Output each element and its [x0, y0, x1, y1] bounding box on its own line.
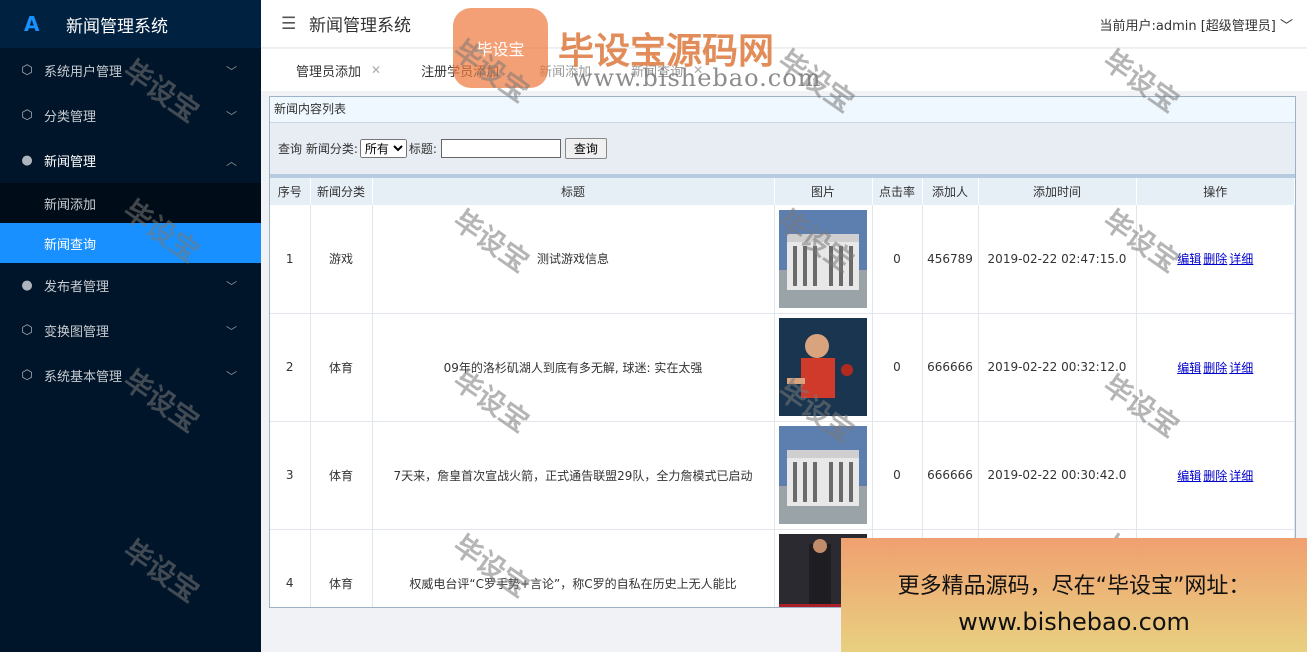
top-header: ☰ 新闻管理系统 当前用户:admin [超级管理员] ﹀ [261, 0, 1307, 48]
tab-student-add[interactable]: 注册学员添加 [406, 49, 514, 91]
logo: A 新闻管理系统 [0, 0, 261, 48]
news-image [779, 426, 867, 524]
chevron-down-icon: ﹀ [226, 280, 237, 293]
brand-url: www.bishebao.com [572, 64, 822, 92]
news-list-panel: 新闻内容列表 查询 新闻分类: 所有 标题: 查询 序号 新闻分类 标题 图片 … [269, 96, 1296, 608]
title-label: 标题: [408, 142, 437, 156]
news-image [779, 209, 867, 308]
table-row: 3 体育 7天来，詹皇首次宣战火箭，正式通告联盟29队，全力詹模式已启动 0 6… [270, 421, 1295, 530]
news-image [779, 318, 867, 416]
col-header: 新闻分类 [310, 178, 373, 205]
menu-fold-icon[interactable]: ☰ [281, 14, 299, 34]
delete-link[interactable]: 删除 [1203, 252, 1227, 266]
sidebar: A 新闻管理系统 ⬡ 系统用户管理 ﹀ ⬡ 分类管理 ﹀ ● 新闻管理 ︿ 新闻添加 新闻查… [0, 0, 261, 652]
chevron-down-icon: ﹀ [226, 325, 237, 338]
app-title: 新闻管理系统 [66, 16, 168, 37]
detail-link[interactable]: 详细 [1229, 252, 1253, 266]
sidebar-item-slides[interactable]: ⬡ 变换图管理 ﹀ [0, 308, 261, 353]
cube-icon: ⬡ [21, 107, 33, 123]
user-icon: ● [21, 152, 33, 168]
detail-link[interactable]: 详细 [1229, 469, 1253, 483]
title-input[interactable] [440, 139, 561, 158]
edit-link[interactable]: 编辑 [1177, 361, 1201, 375]
cube-icon: ⬡ [21, 322, 33, 338]
chevron-down-icon: ﹀ [226, 110, 237, 123]
user-icon: ● [21, 277, 33, 293]
search-button[interactable]: 查询 [564, 138, 607, 159]
col-header: 序号 [270, 178, 311, 205]
promo-line-1: 更多精品源码，尽在“毕设宝”网址： [897, 574, 1251, 599]
delete-link[interactable]: 删除 [1203, 469, 1227, 483]
delete-link[interactable]: 删除 [1203, 361, 1227, 375]
search-bar: 查询 新闻分类: 所有 标题: 查询 [270, 123, 1295, 178]
logo-icon: A [24, 12, 40, 36]
search-label: 查询 新闻分类: [278, 142, 358, 156]
detail-link[interactable]: 详细 [1229, 361, 1253, 375]
promo-banner: 更多精品源码，尽在“毕设宝”网址： www.bishebao.com [841, 538, 1307, 652]
sidebar-item-categories[interactable]: ⬡ 分类管理 ﹀ [0, 93, 261, 138]
table-header-row: 序号 新闻分类 标题 图片 点击率 添加人 添加时间 操作 [270, 178, 1295, 205]
sidebar-item-news[interactable]: ● 新闻管理 ︿ [0, 138, 261, 183]
cube-icon: ⬡ [21, 62, 33, 78]
edit-link[interactable]: 编辑 [1177, 252, 1201, 266]
col-header: 添加时间 [978, 178, 1137, 205]
chevron-down-icon: ﹀ [226, 370, 237, 383]
chevron-up-icon: ︿ [226, 155, 237, 168]
col-header: 点击率 [872, 178, 923, 205]
panel-title: 新闻内容列表 [270, 97, 1295, 123]
col-header: 添加人 [922, 178, 979, 205]
col-header: 标题 [372, 178, 775, 205]
sidebar-item-publishers[interactable]: ● 发布者管理 ﹀ [0, 263, 261, 308]
sidebar-item-system-basic[interactable]: ⬡ 系统基本管理 ﹀ [0, 353, 261, 398]
chevron-down-icon: ﹀ [226, 65, 237, 78]
cube-icon: ⬡ [21, 367, 33, 383]
table-row: 2 体育 09年的洛杉矶湖人到底有多无解, 球迷: 实在太强 0 666666 … [270, 313, 1295, 422]
promo-line-2: www.bishebao.com [958, 608, 1190, 636]
close-icon[interactable]: ✕ [371, 63, 381, 77]
user-menu[interactable]: 当前用户:admin [超级管理员] ﹀ [1099, 15, 1293, 34]
tab-admin-add[interactable]: 管理员添加 ✕ [281, 49, 396, 91]
sidebar-item-system-users[interactable]: ⬡ 系统用户管理 ﹀ [0, 48, 261, 93]
col-header: 图片 [774, 178, 873, 205]
sidebar-subitem-news-query[interactable]: 新闻查询 [0, 223, 261, 263]
page-title: 新闻管理系统 [309, 16, 411, 36]
edit-link[interactable]: 编辑 [1177, 469, 1201, 483]
category-select[interactable]: 所有 [359, 139, 407, 158]
col-header: 操作 [1136, 178, 1295, 205]
table-row: 1 游戏 测试游戏信息 0 456789 2019-02-22 02:47:15… [270, 205, 1295, 314]
sidebar-subitem-news-add[interactable]: 新闻添加 [0, 183, 261, 223]
